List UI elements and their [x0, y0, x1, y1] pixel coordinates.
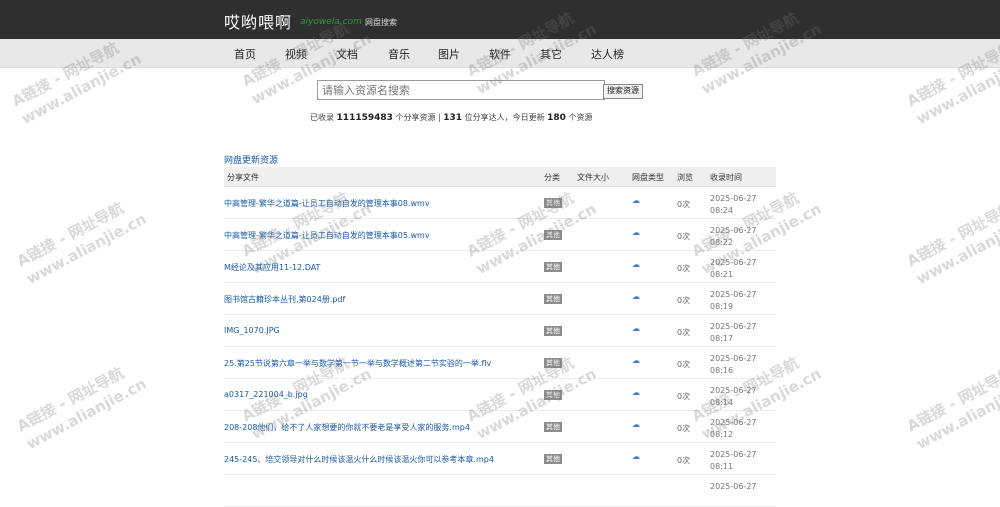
- nav-software[interactable]: 软件: [489, 46, 511, 62]
- category-badge: 其他: [544, 198, 562, 208]
- section-title[interactable]: 网盘更新资源: [224, 153, 278, 166]
- added-time: 2025-06-27 08:22: [710, 226, 757, 247]
- cloud-icon: ☁: [632, 260, 640, 269]
- category-badge: 其他: [544, 326, 562, 336]
- cloud-icon: ☁: [632, 452, 640, 461]
- table-row: 图书馆古籍珍本丛刊,第024册.pdf 其他 ☁ 0次 2025-06-27 08…: [224, 283, 776, 315]
- table-row-partial: 2025-06-27: [224, 475, 776, 507]
- main-nav: 首页 视频 文档 音乐 图片 软件 其它 达人榜: [0, 39, 1000, 68]
- cloud-icon: ☁: [632, 356, 640, 365]
- table-row: 中高管理-繁华之道篇-让员工自动自发的管理本事05.wmv 其他 ☁ 0次 20…: [224, 219, 776, 251]
- category-badge: 其他: [544, 262, 562, 272]
- file-link[interactable]: 25.第25节说第六章一举与数学第一节一举与数学概述第二节实验的一举.flv: [224, 358, 491, 369]
- file-link[interactable]: 208-208他们，给不了人家想要的你就不要老是享受人家的服务.mp4: [224, 422, 470, 433]
- nav-docs[interactable]: 文档: [336, 46, 358, 62]
- file-link[interactable]: 中高管理-繁华之道篇-让员工自动自发的管理本事05.wmv: [224, 230, 430, 241]
- site-logo[interactable]: 哎哟喂啊: [224, 9, 292, 33]
- watermark: A链接 - 网址导航 www.alianjie.cn: [903, 363, 1000, 454]
- table-row: 245-245、培交领导对什么时候该温火什么时候该温火你可以参考本章.mp4 其…: [224, 443, 776, 475]
- nav-video[interactable]: 视频: [285, 46, 307, 62]
- added-time: 2025-06-27 08:14: [710, 386, 757, 407]
- added-time: 2025-06-27 08:24: [710, 194, 757, 215]
- view-count: 0次: [677, 264, 691, 273]
- file-link[interactable]: IMG_1070.JPG: [224, 326, 280, 335]
- table-row: M经论及其应用11-12.DAT 其他 ☁ 0次 2025-06-27 08:21: [224, 251, 776, 283]
- file-link[interactable]: 图书馆古籍珍本丛刊,第024册.pdf: [224, 294, 345, 305]
- nav-music[interactable]: 音乐: [388, 46, 410, 62]
- watermark: A链接 - 网址导航 www.alianjie.cn: [13, 198, 150, 289]
- col-file: 分享文件: [227, 173, 259, 182]
- watermark: A链接 - 网址导航 www.alianjie.cn: [13, 363, 150, 454]
- nav-home[interactable]: 首页: [234, 46, 256, 62]
- search-input[interactable]: [317, 80, 605, 100]
- view-count: 0次: [677, 296, 691, 305]
- nav-other[interactable]: 其它: [540, 46, 562, 62]
- view-count: 0次: [677, 328, 691, 337]
- view-count: 0次: [677, 200, 691, 209]
- col-time: 收录时间: [710, 173, 742, 182]
- col-size: 文件大小: [577, 173, 609, 182]
- cloud-icon: ☁: [632, 196, 640, 205]
- table-row: a0317_221004_b.jpg 其他 ☁ 0次 2025-06-27 08:…: [224, 379, 776, 411]
- added-time: 2025-06-27 08:16: [710, 354, 757, 375]
- category-badge: 其他: [544, 294, 562, 304]
- search-button[interactable]: 搜索资源: [603, 84, 643, 99]
- view-count: 0次: [677, 456, 691, 465]
- file-link[interactable]: a0317_221004_b.jpg: [224, 390, 308, 399]
- col-cloud-type: 网盘类型: [632, 173, 664, 182]
- file-link[interactable]: 中高管理-繁华之道篇-让员工自动自发的管理本事08.wmv: [224, 198, 430, 209]
- cloud-icon: ☁: [632, 228, 640, 237]
- view-count: 0次: [677, 424, 691, 433]
- added-time: 2025-06-27 08:21: [710, 258, 757, 279]
- sharer-count: 131: [443, 113, 463, 123]
- added-time: 2025-06-27 08:17: [710, 322, 757, 343]
- site-subtitle: 网盘搜索: [365, 18, 397, 27]
- file-link[interactable]: M经论及其应用11-12.DAT: [224, 262, 320, 273]
- category-badge: 其他: [544, 390, 562, 400]
- col-views: 浏览: [677, 173, 693, 182]
- cloud-icon: ☁: [632, 324, 640, 333]
- watermark: A链接 - 网址导航 www.alianjie.cn: [903, 198, 1000, 289]
- cloud-icon: ☁: [632, 292, 640, 301]
- site-domain: aiyowela.com: [300, 17, 362, 27]
- today-count: 180: [547, 113, 566, 123]
- resource-table: 分享文件 分类 文件大小 网盘类型 浏览 收录时间 中高管理-繁华之道篇-让员工…: [224, 167, 776, 507]
- table-row: 25.第25节说第六章一举与数学第一节一举与数学概述第二节实验的一举.flv 其…: [224, 347, 776, 379]
- nav-ranking[interactable]: 达人榜: [591, 46, 624, 62]
- table-row: 中高管理-繁华之道篇-让员工自动自发的管理本事08.wmv 其他 ☁ 0次 20…: [224, 187, 776, 219]
- category-badge: 其他: [544, 422, 562, 432]
- top-bar: 哎哟喂啊 aiyowela.com 网盘搜索: [0, 0, 1000, 39]
- view-count: 0次: [677, 392, 691, 401]
- table-header: 分享文件 分类 文件大小 网盘类型 浏览 收录时间: [224, 167, 776, 187]
- table-row: 208-208他们，给不了人家想要的你就不要老是享受人家的服务.mp4 其他 ☁…: [224, 411, 776, 443]
- category-badge: 其他: [544, 230, 562, 240]
- col-category: 分类: [544, 173, 560, 182]
- added-time: 2025-06-27 08:19: [710, 290, 757, 311]
- file-link[interactable]: 245-245、培交领导对什么时候该温火什么时候该温火你可以参考本章.mp4: [224, 454, 494, 465]
- category-badge: 其他: [544, 358, 562, 368]
- site-stats: 已收录 111159483 个分享资源 | 131 位分享达人，今日更新 180…: [310, 113, 593, 123]
- table-row: IMG_1070.JPG 其他 ☁ 0次 2025-06-27 08:17: [224, 315, 776, 347]
- cloud-icon: ☁: [632, 420, 640, 429]
- category-badge: 其他: [544, 454, 562, 464]
- cloud-icon: ☁: [632, 388, 640, 397]
- added-time: 2025-06-27 08:12: [710, 418, 757, 439]
- view-count: 0次: [677, 232, 691, 241]
- nav-images[interactable]: 图片: [438, 46, 460, 62]
- total-count: 111159483: [336, 113, 393, 123]
- view-count: 0次: [677, 360, 691, 369]
- added-time: 2025-06-27 08:11: [710, 450, 757, 471]
